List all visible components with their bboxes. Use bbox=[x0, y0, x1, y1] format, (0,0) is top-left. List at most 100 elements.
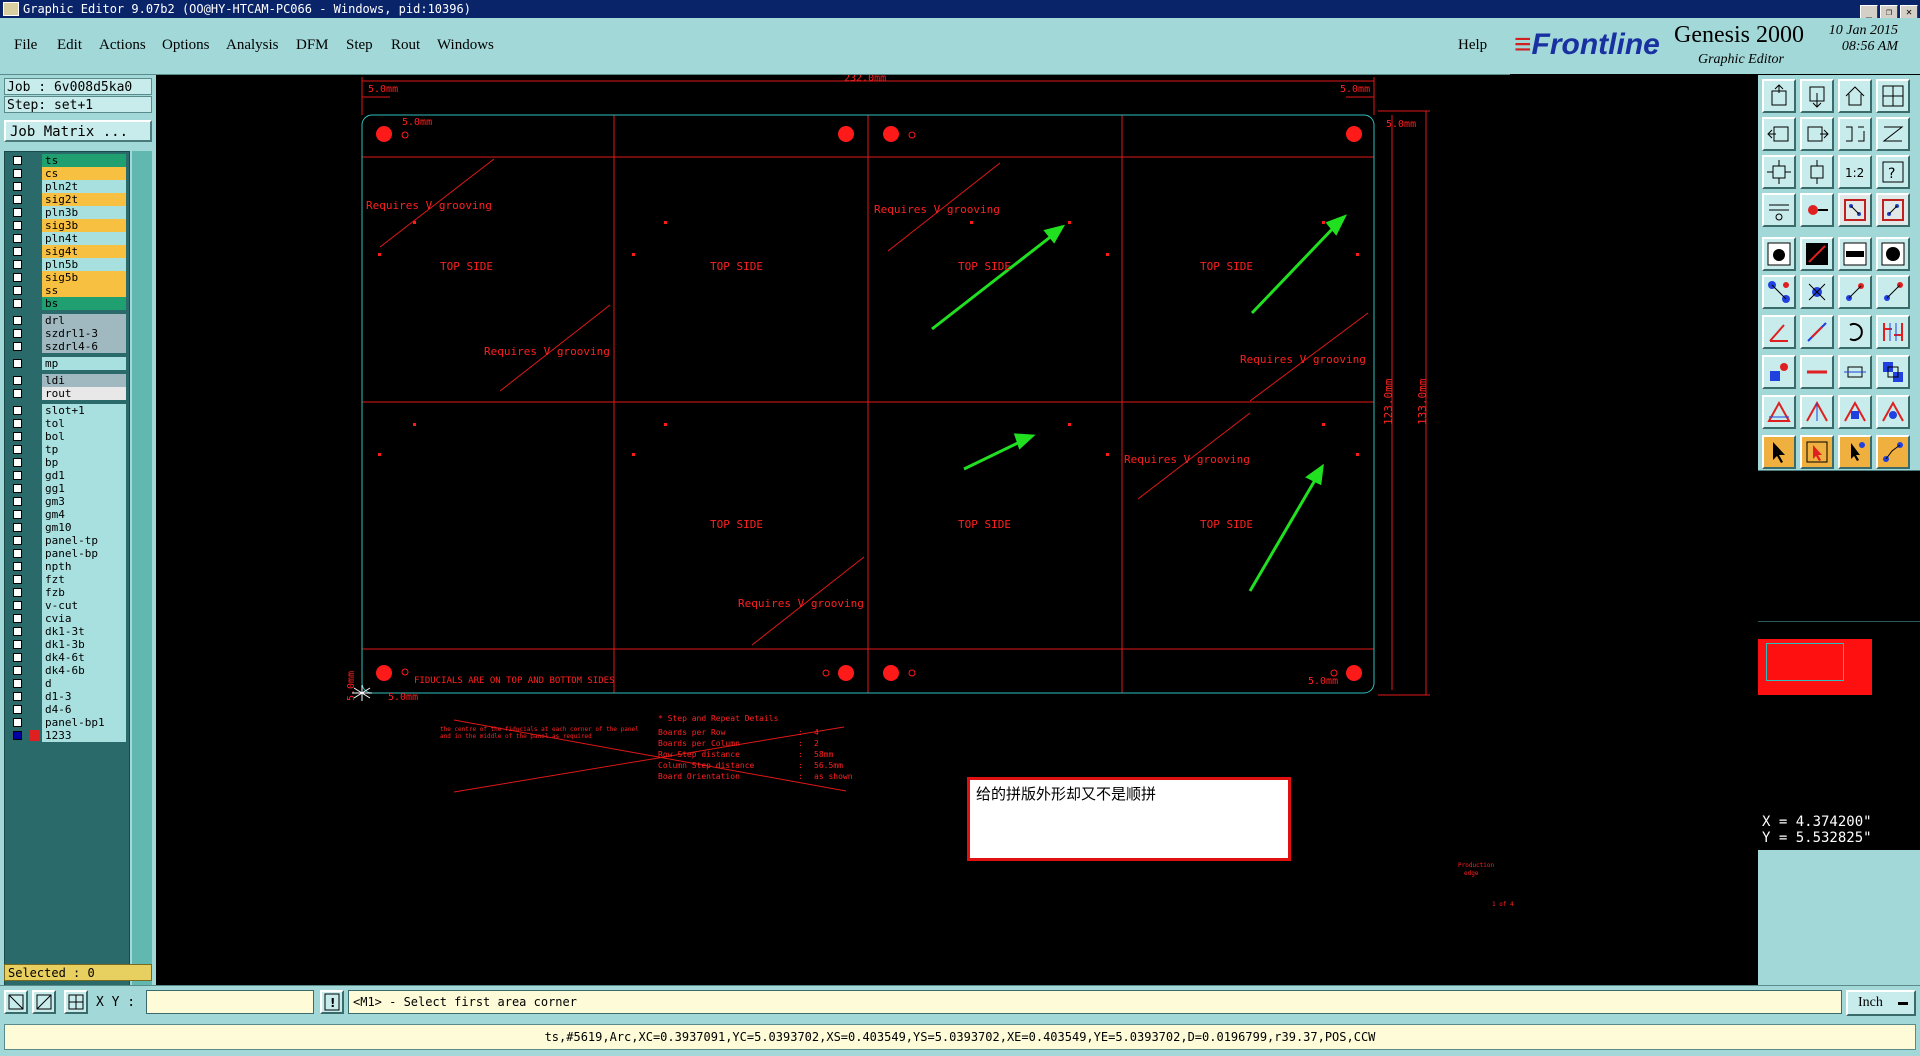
layer-checkbox[interactable] bbox=[13, 666, 22, 675]
menu-options[interactable]: Options bbox=[162, 37, 210, 54]
menu-dfm[interactable]: DFM bbox=[296, 37, 329, 54]
layer-name[interactable]: fzt bbox=[42, 573, 126, 586]
layer-checkbox[interactable] bbox=[13, 549, 22, 558]
overview-viewport[interactable] bbox=[1766, 643, 1844, 681]
layer-row[interactable]: dk4-6b bbox=[8, 664, 126, 677]
layer-checkbox[interactable] bbox=[13, 536, 22, 545]
layer-row[interactable]: pln3b bbox=[8, 206, 126, 219]
layer-checkbox[interactable] bbox=[13, 614, 22, 623]
layer-row[interactable]: ss bbox=[8, 284, 126, 297]
layer-name[interactable]: slot+1 bbox=[42, 404, 126, 417]
layer-checkbox[interactable] bbox=[13, 458, 22, 467]
split-window-icon[interactable] bbox=[1876, 79, 1910, 113]
layer-checkbox[interactable] bbox=[13, 247, 22, 256]
job-matrix-button[interactable]: Job Matrix ... bbox=[4, 120, 152, 142]
layer-name[interactable]: ss bbox=[42, 284, 126, 297]
layer-checkbox[interactable] bbox=[13, 359, 22, 368]
layer-row[interactable]: sig3b bbox=[8, 219, 126, 232]
move-node-icon[interactable] bbox=[1838, 275, 1872, 309]
layer-checkbox[interactable] bbox=[13, 601, 22, 610]
layer-row[interactable]: bp bbox=[8, 456, 126, 469]
delete-node-icon[interactable] bbox=[1800, 275, 1834, 309]
layer-checkbox[interactable] bbox=[13, 640, 22, 649]
pan-right-icon[interactable] bbox=[1800, 117, 1834, 151]
layer-checkbox[interactable] bbox=[13, 419, 22, 428]
layer-row[interactable]: gm10 bbox=[8, 521, 126, 534]
snap-to-grid-icon[interactable] bbox=[32, 990, 56, 1014]
layer-name[interactable]: bs bbox=[42, 297, 126, 310]
layer-row[interactable]: cs bbox=[8, 167, 126, 180]
dimension-icon[interactable] bbox=[1838, 355, 1872, 389]
layer-row[interactable]: ldi bbox=[8, 374, 126, 387]
layer-checkbox[interactable] bbox=[13, 497, 22, 506]
layer-checkbox[interactable] bbox=[13, 562, 22, 571]
layer-list-scrollbar[interactable] bbox=[132, 151, 152, 1041]
layer-checkbox[interactable] bbox=[13, 234, 22, 243]
menu-step[interactable]: Step bbox=[346, 37, 373, 54]
align-icon[interactable] bbox=[1876, 315, 1910, 349]
zoom-home-icon[interactable] bbox=[1800, 155, 1834, 189]
layer-row[interactable]: drl bbox=[8, 314, 126, 327]
layer-name[interactable]: gm10 bbox=[42, 521, 126, 534]
pad-to-line-icon[interactable] bbox=[1762, 355, 1796, 389]
layer-name[interactable]: panel-bp bbox=[42, 547, 126, 560]
layer-name[interactable]: szdrl1-3 bbox=[42, 327, 126, 340]
layer-checkbox[interactable] bbox=[13, 692, 22, 701]
layer-checkbox[interactable] bbox=[13, 260, 22, 269]
layer-row[interactable]: npth bbox=[8, 560, 126, 573]
layer-row[interactable]: panel-bp1 bbox=[8, 716, 126, 729]
drc-width-icon[interactable] bbox=[1838, 395, 1872, 429]
layer-row[interactable]: pln2t bbox=[8, 180, 126, 193]
layer-name[interactable]: ldi bbox=[42, 374, 126, 387]
layer-checkbox[interactable] bbox=[13, 273, 22, 282]
layer-checkbox[interactable] bbox=[13, 471, 22, 480]
layer-row[interactable]: slot+1 bbox=[8, 404, 126, 417]
layer-row[interactable]: mp bbox=[8, 357, 126, 370]
layer-name[interactable]: fzb bbox=[42, 586, 126, 599]
layer-checkbox[interactable] bbox=[13, 653, 22, 662]
layer-name[interactable]: bol bbox=[42, 430, 126, 443]
layer-name[interactable]: d4-6 bbox=[42, 703, 126, 716]
layer-row[interactable]: cvia bbox=[8, 612, 126, 625]
layer-checkbox[interactable] bbox=[13, 195, 22, 204]
layer-row[interactable]: panel-bp bbox=[8, 547, 126, 560]
layer-checkbox[interactable] bbox=[13, 342, 22, 351]
layer-checkbox[interactable] bbox=[13, 376, 22, 385]
layer-row[interactable]: pln5b bbox=[8, 258, 126, 271]
select-pointer-icon[interactable] bbox=[1762, 435, 1796, 469]
layer-name[interactable]: sig3b bbox=[42, 219, 126, 232]
drc-annular-icon[interactable] bbox=[1876, 395, 1910, 429]
layer-checkbox[interactable] bbox=[13, 389, 22, 398]
layer-row[interactable]: panel-tp bbox=[8, 534, 126, 547]
layer-name[interactable]: pln5b bbox=[42, 258, 126, 271]
layer-row[interactable]: bs bbox=[8, 297, 126, 310]
layers-settings-icon[interactable] bbox=[1762, 193, 1796, 227]
layer-name[interactable]: gm4 bbox=[42, 508, 126, 521]
layer-name[interactable]: 1233 bbox=[42, 729, 126, 742]
menu-rout[interactable]: Rout bbox=[391, 37, 420, 54]
layer-name[interactable]: sig4t bbox=[42, 245, 126, 258]
layer-checkbox[interactable] bbox=[13, 286, 22, 295]
layer-name[interactable]: tol bbox=[42, 417, 126, 430]
menu-windows[interactable]: Windows bbox=[437, 37, 494, 54]
layer-name[interactable]: d1-3 bbox=[42, 690, 126, 703]
draw-line-icon[interactable] bbox=[1800, 315, 1834, 349]
layer-name[interactable]: dk4-6t bbox=[42, 651, 126, 664]
layer-row[interactable]: rout bbox=[8, 387, 126, 400]
net-compare-icon[interactable] bbox=[1838, 193, 1872, 227]
layer-row[interactable]: sig2t bbox=[8, 193, 126, 206]
layer-row[interactable]: d1-3 bbox=[8, 690, 126, 703]
layer-checkbox[interactable] bbox=[13, 156, 22, 165]
help-query-icon[interactable]: ? bbox=[1876, 155, 1910, 189]
layer-checkbox[interactable] bbox=[13, 221, 22, 230]
layer-name[interactable]: dk1-3b bbox=[42, 638, 126, 651]
layer-name[interactable]: pln4t bbox=[42, 232, 126, 245]
add-pad-icon[interactable] bbox=[1762, 237, 1796, 271]
layer-row[interactable]: dk4-6t bbox=[8, 651, 126, 664]
layer-row[interactable]: gm3 bbox=[8, 495, 126, 508]
layer-name[interactable]: mp bbox=[42, 357, 126, 370]
layer-name[interactable]: gm3 bbox=[42, 495, 126, 508]
drc-check-icon[interactable] bbox=[1762, 395, 1796, 429]
layer-name[interactable]: sig2t bbox=[42, 193, 126, 206]
layer-checkbox[interactable] bbox=[13, 588, 22, 597]
